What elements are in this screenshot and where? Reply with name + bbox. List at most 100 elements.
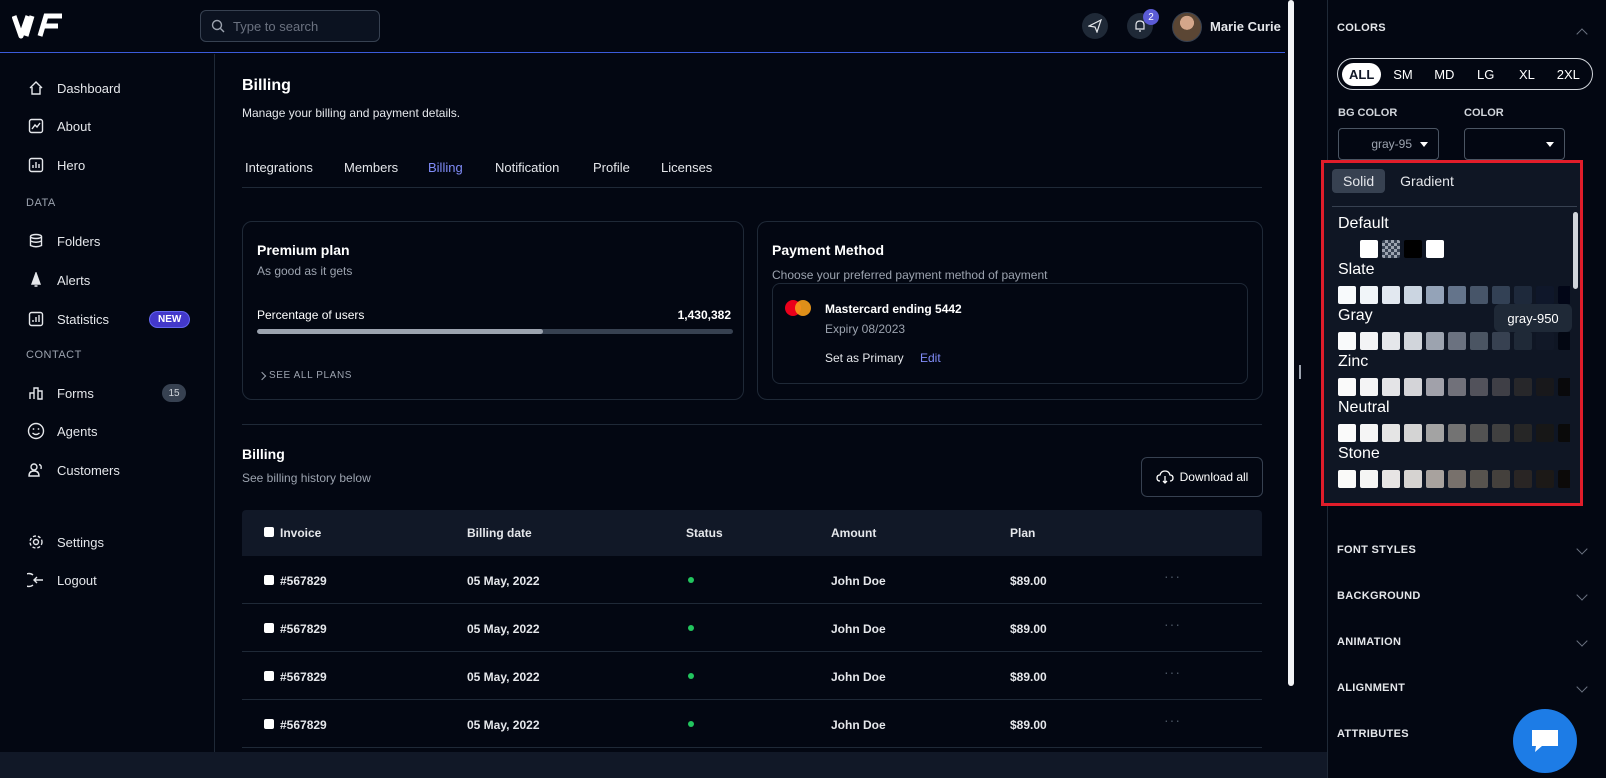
color-swatch[interactable]: [1558, 332, 1570, 350]
breakpoint-all[interactable]: ALL: [1342, 62, 1382, 86]
search-input[interactable]: [233, 18, 363, 34]
chevron-down-icon[interactable]: [1576, 681, 1588, 693]
color-swatch[interactable]: [1536, 332, 1554, 350]
sidebar-item-hero[interactable]: Hero: [27, 156, 85, 174]
sidebar-item-agents[interactable]: Agents: [27, 422, 97, 440]
color-swatch[interactable]: [1360, 470, 1378, 488]
color-swatch[interactable]: [1558, 378, 1570, 396]
color-swatch[interactable]: [1360, 332, 1378, 350]
color-swatch[interactable]: [1426, 332, 1444, 350]
tab-profile[interactable]: Profile: [593, 160, 630, 175]
column-amount[interactable]: Amount: [831, 526, 876, 540]
sidebar-item-logout[interactable]: Logout: [27, 571, 97, 589]
color-swatch[interactable]: [1404, 424, 1422, 442]
color-swatch[interactable]: [1338, 240, 1356, 258]
color-swatch[interactable]: [1492, 470, 1510, 488]
row-checkbox[interactable]: [264, 623, 274, 633]
section-background[interactable]: BACKGROUND: [1337, 590, 1421, 602]
more-options-icon[interactable]: ···: [1164, 568, 1181, 584]
more-options-icon[interactable]: ···: [1164, 616, 1181, 632]
sidebar-item-folders[interactable]: Folders: [27, 232, 100, 250]
see-all-plans-link[interactable]: SEE ALL PLANS: [257, 370, 352, 381]
color-swatch[interactable]: [1382, 470, 1400, 488]
color-swatch[interactable]: [1492, 286, 1510, 304]
color-swatch[interactable]: [1448, 470, 1466, 488]
section-font-styles[interactable]: FONT STYLES: [1337, 544, 1416, 556]
user-name[interactable]: Marie Curie: [1210, 19, 1281, 34]
invoice-cell[interactable]: #567829: [280, 574, 327, 588]
color-swatch[interactable]: [1448, 424, 1466, 442]
color-swatch[interactable]: [1360, 286, 1378, 304]
column-invoice[interactable]: Invoice: [280, 526, 321, 540]
user-avatar[interactable]: [1172, 12, 1202, 42]
breakpoint-lg[interactable]: LG: [1466, 63, 1505, 86]
brand-logo[interactable]: [12, 12, 68, 40]
color-swatch[interactable]: [1404, 332, 1422, 350]
color-swatch[interactable]: [1382, 378, 1400, 396]
sidebar-item-customers[interactable]: Customers: [27, 461, 120, 479]
color-swatch[interactable]: [1536, 286, 1554, 304]
tab-solid[interactable]: Solid: [1332, 169, 1386, 193]
row-checkbox[interactable]: [264, 575, 274, 585]
edit-link[interactable]: Edit: [920, 351, 941, 365]
color-swatch[interactable]: [1536, 378, 1554, 396]
color-swatch[interactable]: [1404, 240, 1422, 258]
resize-handle[interactable]: [1299, 365, 1301, 379]
chevron-down-icon[interactable]: [1576, 635, 1588, 647]
chevron-down-icon[interactable]: [1576, 589, 1588, 601]
sidebar-item-statistics[interactable]: Statistics: [27, 310, 109, 328]
color-swatch[interactable]: [1448, 286, 1466, 304]
color-swatch[interactable]: [1558, 286, 1570, 304]
color-swatch[interactable]: [1338, 378, 1356, 396]
color-swatch[interactable]: [1338, 424, 1356, 442]
sidebar-item-alerts[interactable]: Alerts: [27, 271, 90, 289]
download-all-button[interactable]: Download all: [1141, 457, 1263, 497]
color-swatch[interactable]: [1382, 240, 1400, 258]
chat-button[interactable]: [1513, 709, 1577, 773]
set-primary-link[interactable]: Set as Primary: [825, 351, 904, 365]
breakpoint-sm[interactable]: SM: [1383, 63, 1422, 86]
color-swatch[interactable]: [1492, 424, 1510, 442]
tab-gradient[interactable]: Gradient: [1389, 169, 1465, 193]
color-swatch[interactable]: [1360, 240, 1378, 258]
color-swatch[interactable]: [1558, 470, 1570, 488]
search-box[interactable]: [200, 10, 380, 42]
picker-scrollbar[interactable]: [1573, 212, 1578, 289]
color-swatch[interactable]: [1382, 424, 1400, 442]
column-status[interactable]: Status: [686, 526, 723, 540]
main-scrollbar[interactable]: [1288, 0, 1294, 686]
color-swatch[interactable]: [1426, 378, 1444, 396]
tab-licenses[interactable]: Licenses: [661, 160, 712, 175]
column-plan[interactable]: Plan: [1010, 526, 1035, 540]
color-swatch[interactable]: [1426, 240, 1444, 258]
chevron-down-icon[interactable]: [1576, 543, 1588, 555]
color-select[interactable]: [1464, 128, 1565, 160]
color-swatch[interactable]: [1492, 378, 1510, 396]
sidebar-item-dashboard[interactable]: Dashboard: [27, 79, 121, 97]
more-options-icon[interactable]: ···: [1164, 712, 1181, 728]
tab-members[interactable]: Members: [344, 160, 398, 175]
section-animation[interactable]: ANIMATION: [1337, 636, 1401, 648]
color-swatch[interactable]: [1448, 332, 1466, 350]
invoice-cell[interactable]: #567829: [280, 670, 327, 684]
color-swatch[interactable]: [1514, 378, 1532, 396]
sidebar-item-settings[interactable]: Settings: [27, 533, 104, 551]
tab-notification[interactable]: Notification: [495, 160, 559, 175]
color-swatch[interactable]: [1404, 378, 1422, 396]
sidebar-item-forms[interactable]: Forms: [27, 384, 94, 402]
section-attributes[interactable]: ATTRIBUTES: [1337, 728, 1409, 740]
row-checkbox[interactable]: [264, 671, 274, 681]
color-swatch[interactable]: [1470, 470, 1488, 488]
color-swatch[interactable]: [1426, 424, 1444, 442]
color-swatch[interactable]: [1426, 286, 1444, 304]
color-swatch[interactable]: [1514, 332, 1532, 350]
color-swatch[interactable]: [1514, 424, 1532, 442]
color-swatch[interactable]: [1382, 332, 1400, 350]
bg-color-select[interactable]: gray-95: [1338, 128, 1439, 160]
select-all-checkbox[interactable]: [264, 527, 274, 537]
more-options-icon[interactable]: ···: [1164, 664, 1181, 680]
color-swatch[interactable]: [1382, 286, 1400, 304]
invoice-cell[interactable]: #567829: [280, 718, 327, 732]
color-swatch[interactable]: [1536, 424, 1554, 442]
breakpoint-md[interactable]: MD: [1425, 63, 1464, 86]
